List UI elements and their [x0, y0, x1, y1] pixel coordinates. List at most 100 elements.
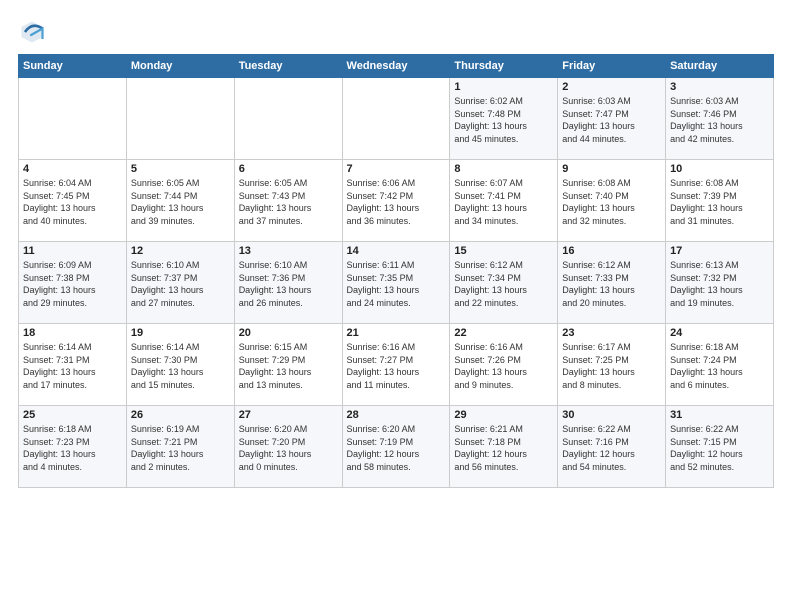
day-cell-16: 16Sunrise: 6:12 AM Sunset: 7:33 PM Dayli…: [558, 242, 666, 324]
day-number: 18: [23, 327, 122, 339]
day-number: 17: [670, 245, 769, 257]
day-number: 30: [562, 409, 661, 421]
day-info: Sunrise: 6:14 AM Sunset: 7:31 PM Dayligh…: [23, 341, 122, 391]
weekday-header-saturday: Saturday: [666, 55, 774, 78]
day-cell-18: 18 Sunrise: 6:14 AM Sunset: 7:31 PM Dayli…: [19, 324, 127, 406]
week-row-3: 11 Sunrise: 6:09 AM Sunset: 7:38 PM Dayli…: [19, 242, 774, 324]
day-number: 15: [454, 245, 553, 257]
day-number: 5: [131, 163, 230, 175]
day-cell-7: 7 Sunrise: 6:06 AM Sunset: 7:42 PM Daylig…: [342, 160, 450, 242]
day-number: 28: [347, 409, 446, 421]
day-cell-23: 23 Sunrise: 6:17 AM Sunset: 7:25 PM Dayli…: [558, 324, 666, 406]
weekday-header-row: SundayMondayTuesdayWednesdayThursdayFrid…: [19, 55, 774, 78]
day-cell-25: 25Sunrise: 6:18 AM Sunset: 7:23 PM Dayli…: [19, 406, 127, 488]
day-info: Sunrise: 6:20 AM Sunset: 7:20 PM Dayligh…: [239, 423, 338, 473]
weekday-header-friday: Friday: [558, 55, 666, 78]
day-number: 7: [347, 163, 446, 175]
day-number: 20: [239, 327, 338, 339]
week-row-2: 4 Sunrise: 6:04 AM Sunset: 7:45 PM Daylig…: [19, 160, 774, 242]
day-info: Sunrise: 6:05 AM Sunset: 7:43 PM Dayligh…: [239, 177, 338, 227]
day-cell-29: 29 Sunrise: 6:21 AM Sunset: 7:18 PM Dayli…: [450, 406, 558, 488]
logo-icon: [18, 18, 46, 46]
day-info: Sunrise: 6:03 AM Sunset: 7:47 PM Dayligh…: [562, 95, 661, 145]
week-row-5: 25Sunrise: 6:18 AM Sunset: 7:23 PM Dayli…: [19, 406, 774, 488]
day-cell-26: 26 Sunrise: 6:19 AM Sunset: 7:21 PM Dayli…: [126, 406, 234, 488]
day-number: 19: [131, 327, 230, 339]
day-info: Sunrise: 6:19 AM Sunset: 7:21 PM Dayligh…: [131, 423, 230, 473]
week-row-1: 1Sunrise: 6:02 AM Sunset: 7:48 PM Daylig…: [19, 78, 774, 160]
day-cell-8: 8 Sunrise: 6:07 AM Sunset: 7:41 PM Daylig…: [450, 160, 558, 242]
day-info: Sunrise: 6:08 AM Sunset: 7:39 PM Dayligh…: [670, 177, 769, 227]
day-cell-14: 14Sunrise: 6:11 AM Sunset: 7:35 PM Dayli…: [342, 242, 450, 324]
day-info: Sunrise: 6:10 AM Sunset: 7:37 PM Dayligh…: [131, 259, 230, 309]
day-cell-22: 22Sunrise: 6:16 AM Sunset: 7:26 PM Dayli…: [450, 324, 558, 406]
day-info: Sunrise: 6:15 AM Sunset: 7:29 PM Dayligh…: [239, 341, 338, 391]
day-cell-empty: [342, 78, 450, 160]
day-cell-10: 10 Sunrise: 6:08 AM Sunset: 7:39 PM Dayli…: [666, 160, 774, 242]
day-cell-13: 13Sunrise: 6:10 AM Sunset: 7:36 PM Dayli…: [234, 242, 342, 324]
day-number: 10: [670, 163, 769, 175]
day-info: Sunrise: 6:20 AM Sunset: 7:19 PM Dayligh…: [347, 423, 446, 473]
day-number: 12: [131, 245, 230, 257]
day-info: Sunrise: 6:21 AM Sunset: 7:18 PM Dayligh…: [454, 423, 553, 473]
week-row-4: 18 Sunrise: 6:14 AM Sunset: 7:31 PM Dayli…: [19, 324, 774, 406]
day-cell-1: 1Sunrise: 6:02 AM Sunset: 7:48 PM Daylig…: [450, 78, 558, 160]
day-info: Sunrise: 6:11 AM Sunset: 7:35 PM Dayligh…: [347, 259, 446, 309]
day-info: Sunrise: 6:06 AM Sunset: 7:42 PM Dayligh…: [347, 177, 446, 227]
day-number: 31: [670, 409, 769, 421]
day-info: Sunrise: 6:09 AM Sunset: 7:38 PM Dayligh…: [23, 259, 122, 309]
day-info: Sunrise: 6:22 AM Sunset: 7:15 PM Dayligh…: [670, 423, 769, 473]
day-number: 2: [562, 81, 661, 93]
day-number: 3: [670, 81, 769, 93]
day-cell-28: 28 Sunrise: 6:20 AM Sunset: 7:19 PM Dayli…: [342, 406, 450, 488]
weekday-header-wednesday: Wednesday: [342, 55, 450, 78]
day-cell-21: 21 Sunrise: 6:16 AM Sunset: 7:27 PM Dayli…: [342, 324, 450, 406]
day-info: Sunrise: 6:18 AM Sunset: 7:23 PM Dayligh…: [23, 423, 122, 473]
day-cell-4: 4 Sunrise: 6:04 AM Sunset: 7:45 PM Daylig…: [19, 160, 127, 242]
day-number: 26: [131, 409, 230, 421]
day-number: 6: [239, 163, 338, 175]
day-cell-12: 12 Sunrise: 6:10 AM Sunset: 7:37 PM Dayli…: [126, 242, 234, 324]
day-cell-30: 30Sunrise: 6:22 AM Sunset: 7:16 PM Dayli…: [558, 406, 666, 488]
calendar-page: SundayMondayTuesdayWednesdayThursdayFrid…: [0, 0, 792, 612]
day-cell-empty: [234, 78, 342, 160]
day-number: 8: [454, 163, 553, 175]
day-number: 4: [23, 163, 122, 175]
day-info: Sunrise: 6:16 AM Sunset: 7:26 PM Dayligh…: [454, 341, 553, 391]
calendar-table: SundayMondayTuesdayWednesdayThursdayFrid…: [18, 54, 774, 488]
day-cell-17: 17Sunrise: 6:13 AM Sunset: 7:32 PM Dayli…: [666, 242, 774, 324]
day-cell-27: 27 Sunrise: 6:20 AM Sunset: 7:20 PM Dayli…: [234, 406, 342, 488]
day-info: Sunrise: 6:10 AM Sunset: 7:36 PM Dayligh…: [239, 259, 338, 309]
day-cell-2: 2 Sunrise: 6:03 AM Sunset: 7:47 PM Daylig…: [558, 78, 666, 160]
day-info: Sunrise: 6:17 AM Sunset: 7:25 PM Dayligh…: [562, 341, 661, 391]
day-cell-20: 20 Sunrise: 6:15 AM Sunset: 7:29 PM Dayli…: [234, 324, 342, 406]
day-info: Sunrise: 6:12 AM Sunset: 7:33 PM Dayligh…: [562, 259, 661, 309]
weekday-header-monday: Monday: [126, 55, 234, 78]
header: [18, 18, 774, 46]
day-number: 9: [562, 163, 661, 175]
day-number: 29: [454, 409, 553, 421]
day-number: 23: [562, 327, 661, 339]
day-number: 1: [454, 81, 553, 93]
day-info: Sunrise: 6:14 AM Sunset: 7:30 PM Dayligh…: [131, 341, 230, 391]
day-number: 21: [347, 327, 446, 339]
day-cell-6: 6 Sunrise: 6:05 AM Sunset: 7:43 PM Daylig…: [234, 160, 342, 242]
day-cell-19: 19 Sunrise: 6:14 AM Sunset: 7:30 PM Dayli…: [126, 324, 234, 406]
day-number: 27: [239, 409, 338, 421]
weekday-header-tuesday: Tuesday: [234, 55, 342, 78]
day-info: Sunrise: 6:16 AM Sunset: 7:27 PM Dayligh…: [347, 341, 446, 391]
day-info: Sunrise: 6:18 AM Sunset: 7:24 PM Dayligh…: [670, 341, 769, 391]
day-number: 24: [670, 327, 769, 339]
day-cell-5: 5 Sunrise: 6:05 AM Sunset: 7:44 PM Daylig…: [126, 160, 234, 242]
day-info: Sunrise: 6:07 AM Sunset: 7:41 PM Dayligh…: [454, 177, 553, 227]
day-cell-31: 31 Sunrise: 6:22 AM Sunset: 7:15 PM Dayli…: [666, 406, 774, 488]
day-cell-3: 3 Sunrise: 6:03 AM Sunset: 7:46 PM Daylig…: [666, 78, 774, 160]
day-cell-9: 9Sunrise: 6:08 AM Sunset: 7:40 PM Daylig…: [558, 160, 666, 242]
day-info: Sunrise: 6:05 AM Sunset: 7:44 PM Dayligh…: [131, 177, 230, 227]
day-cell-11: 11 Sunrise: 6:09 AM Sunset: 7:38 PM Dayli…: [19, 242, 127, 324]
day-info: Sunrise: 6:04 AM Sunset: 7:45 PM Dayligh…: [23, 177, 122, 227]
weekday-header-thursday: Thursday: [450, 55, 558, 78]
day-number: 11: [23, 245, 122, 257]
weekday-header-sunday: Sunday: [19, 55, 127, 78]
day-info: Sunrise: 6:03 AM Sunset: 7:46 PM Dayligh…: [670, 95, 769, 145]
